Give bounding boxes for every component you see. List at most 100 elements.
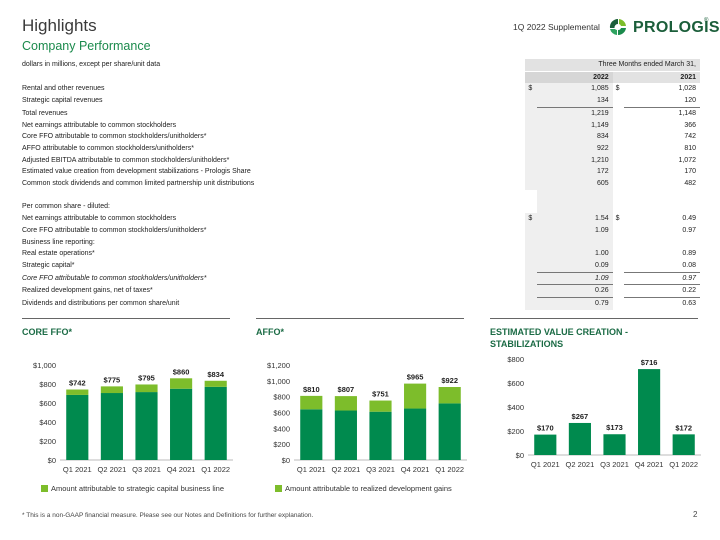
table-year-row: 2022 2021 [20, 71, 700, 84]
row-label: Core FFO attributable to common stockhol… [22, 226, 207, 234]
currency-2021 [613, 166, 624, 178]
y-tick-label: $400 [273, 424, 290, 433]
table-row: Core FFO attributable to common stockhol… [20, 131, 700, 143]
currency-2021: $ [615, 215, 620, 223]
x-tick-label: Q1 2021 [63, 465, 92, 474]
table-row: Common stock dividends and common limite… [20, 178, 700, 190]
value-2022: 1.00 [536, 248, 613, 260]
table-row: Dividends and distributions per common s… [20, 297, 700, 310]
value-2022: 1.54 [536, 213, 613, 225]
y-tick-label: $800 [273, 393, 290, 402]
value-2021: 1,148 [678, 109, 696, 117]
currency-2022 [525, 224, 537, 237]
value-2021: 0.63 [682, 300, 696, 308]
bar-secondary [66, 389, 89, 395]
y-tick-label: $0 [282, 456, 290, 465]
value-2022: 605 [536, 178, 613, 190]
page-number: 2 [693, 510, 698, 519]
y-tick-label: $600 [507, 379, 524, 388]
bar-primary [603, 434, 626, 455]
currency-2021 [613, 178, 624, 190]
row-label: Core FFO attributable to common stockhol… [22, 274, 207, 282]
bar-primary [300, 409, 323, 460]
data-label: $922 [441, 376, 458, 385]
table-row: Realized development gains, net of taxes… [20, 284, 700, 299]
bar-primary [204, 386, 227, 460]
data-label: $267 [572, 412, 589, 421]
currency-2022 [525, 95, 537, 108]
legend-core-ffo: Amount attributable to strategic capital… [41, 484, 224, 493]
value-2021: 0.97 [682, 226, 696, 234]
y-tick-label: $1,200 [267, 361, 290, 370]
value-2022 [536, 236, 613, 249]
y-tick-label: $200 [273, 440, 290, 449]
x-tick-label: Q3 2021 [600, 460, 629, 469]
registered-mark: ® [704, 18, 709, 24]
page-title: Highlights [22, 16, 97, 35]
legend-label: Amount attributable to strategic capital… [51, 484, 225, 493]
x-tick-label: Q1 2022 [669, 460, 698, 469]
x-tick-label: Q2 2021 [566, 460, 595, 469]
currency-2021 [613, 95, 624, 107]
value-2021: 810 [684, 144, 696, 152]
value-2022: 0.79 [536, 297, 613, 310]
row-label: Estimated value creation from developmen… [22, 168, 251, 176]
per-share-header-row: Per common share - diluted: [20, 201, 700, 214]
value-2021: 0.97 [623, 272, 700, 286]
table-row: Core FFO attributable to common stockhol… [20, 272, 700, 286]
value-2021: 0.89 [682, 250, 696, 258]
bar-secondary [404, 383, 427, 409]
data-label: $172 [675, 423, 692, 432]
currency-2021 [613, 225, 624, 237]
table-row: Real estate operations* 1.00 0.89 [20, 248, 700, 260]
bar-secondary [438, 387, 461, 404]
bar-secondary [204, 380, 227, 387]
value-2021: 0.22 [623, 284, 700, 299]
y-tick-label: $600 [39, 399, 56, 408]
core-ffo-chart: $0 $200 $400 $600 $800 $1,000 $742 Q1 2021 $775 Q… [33, 361, 233, 474]
currency-2022 [525, 259, 537, 273]
value-2021: 366 [684, 121, 696, 129]
currency-2021 [613, 237, 624, 249]
y-tick-label: $200 [507, 427, 524, 436]
value-2022: 1,149 [536, 119, 613, 132]
bar-primary [369, 411, 392, 460]
y-tick-label: $400 [507, 403, 524, 412]
currency-2022 [525, 297, 537, 310]
data-label: $834 [207, 370, 225, 379]
currency-2022 [525, 236, 537, 249]
bar-primary [135, 392, 158, 460]
bar-primary [534, 434, 557, 455]
section-rule [490, 318, 698, 319]
table-row: Net earnings attributable to common stoc… [20, 119, 700, 132]
currency-2022 [525, 131, 537, 143]
legend-label: Amount attributable to realized developm… [285, 484, 452, 493]
value-2022: 0.09 [536, 259, 613, 273]
value-2022: 922 [536, 142, 613, 155]
prologis-mark-icon [608, 17, 628, 37]
value-2021: 742 [684, 133, 696, 141]
value-2022: 0.26 [536, 284, 613, 299]
x-tick-label: Q3 2021 [366, 465, 395, 474]
row-label: Total revenues [22, 109, 68, 117]
x-tick-label: Q1 2022 [435, 465, 464, 474]
data-label: $173 [606, 423, 623, 432]
y-tick-label: $600 [273, 409, 290, 418]
data-label: $751 [372, 390, 389, 399]
per-share-label: Per common share - diluted: [22, 203, 110, 211]
value-2021: 0.08 [623, 259, 700, 273]
year-2021-header: 2021 [612, 71, 700, 84]
bar-primary [404, 408, 427, 460]
row-label: Business line reporting: [22, 238, 95, 246]
y-tick-label: $0 [48, 456, 56, 465]
row-label: Adjusted EBITDA attributable to common s… [22, 156, 230, 164]
y-tick-label: $800 [507, 355, 524, 364]
row-label: Core FFO attributable to common stockhol… [22, 133, 207, 141]
table-row: Adjusted EBITDA attributable to common s… [20, 154, 700, 167]
currency-2021 [613, 131, 624, 143]
data-label: $810 [303, 385, 320, 394]
row-label: Rental and other revenues [22, 85, 105, 93]
value-2021: 120 [623, 95, 700, 108]
currency-2021 [613, 260, 624, 272]
y-tick-label: $400 [39, 418, 56, 427]
